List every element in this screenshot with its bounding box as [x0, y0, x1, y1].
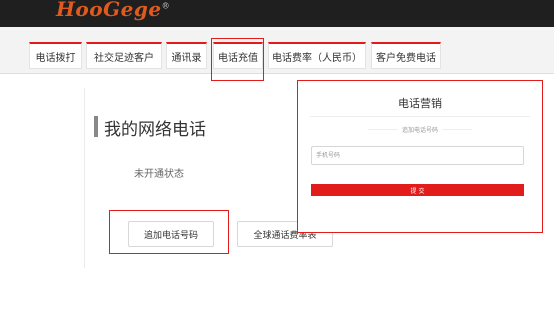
tab-call-rates[interactable]: 电话费率（人民币）	[268, 42, 366, 69]
tab-social-footprint-clients[interactable]: 社交足迹客户	[86, 42, 162, 69]
tab-label: 客户免费电话	[376, 52, 436, 64]
status-text: 未开通状态	[134, 169, 184, 180]
popup-subtitle: 追加电话号码	[401, 127, 438, 134]
tab-label: 通讯录	[171, 52, 202, 64]
top-bar: HooGege®	[0, 0, 554, 27]
highlight-recharge-tab	[211, 38, 264, 81]
popup-divider	[310, 116, 530, 117]
logo[interactable]: HooGege®	[56, 0, 170, 21]
tab-free-calls[interactable]: 客户免费电话	[371, 42, 441, 69]
highlight-add-number-button	[109, 210, 229, 254]
submit-button[interactable]: 提 交	[311, 184, 524, 196]
title-accent-bar	[94, 116, 98, 137]
tab-contacts[interactable]: 通讯录	[166, 42, 207, 69]
phone-marketing-popup: 电话营销 追加电话号码 提 交	[297, 80, 543, 233]
page-title: 我的网络电话	[104, 120, 206, 140]
tab-label: 电话拨打	[35, 52, 76, 64]
phone-number-input[interactable]	[311, 146, 524, 165]
tab-label: 电话费率（人民币）	[272, 52, 362, 64]
popup-title: 电话营销	[398, 97, 442, 110]
tab-label: 社交足迹客户	[94, 52, 154, 64]
subtitle-rule-right	[442, 129, 472, 130]
logo-text: HooGege	[56, 0, 162, 21]
content-divider	[84, 88, 85, 268]
logo-registered-mark: ®	[161, 1, 171, 11]
tab-dial[interactable]: 电话拨打	[29, 42, 82, 69]
